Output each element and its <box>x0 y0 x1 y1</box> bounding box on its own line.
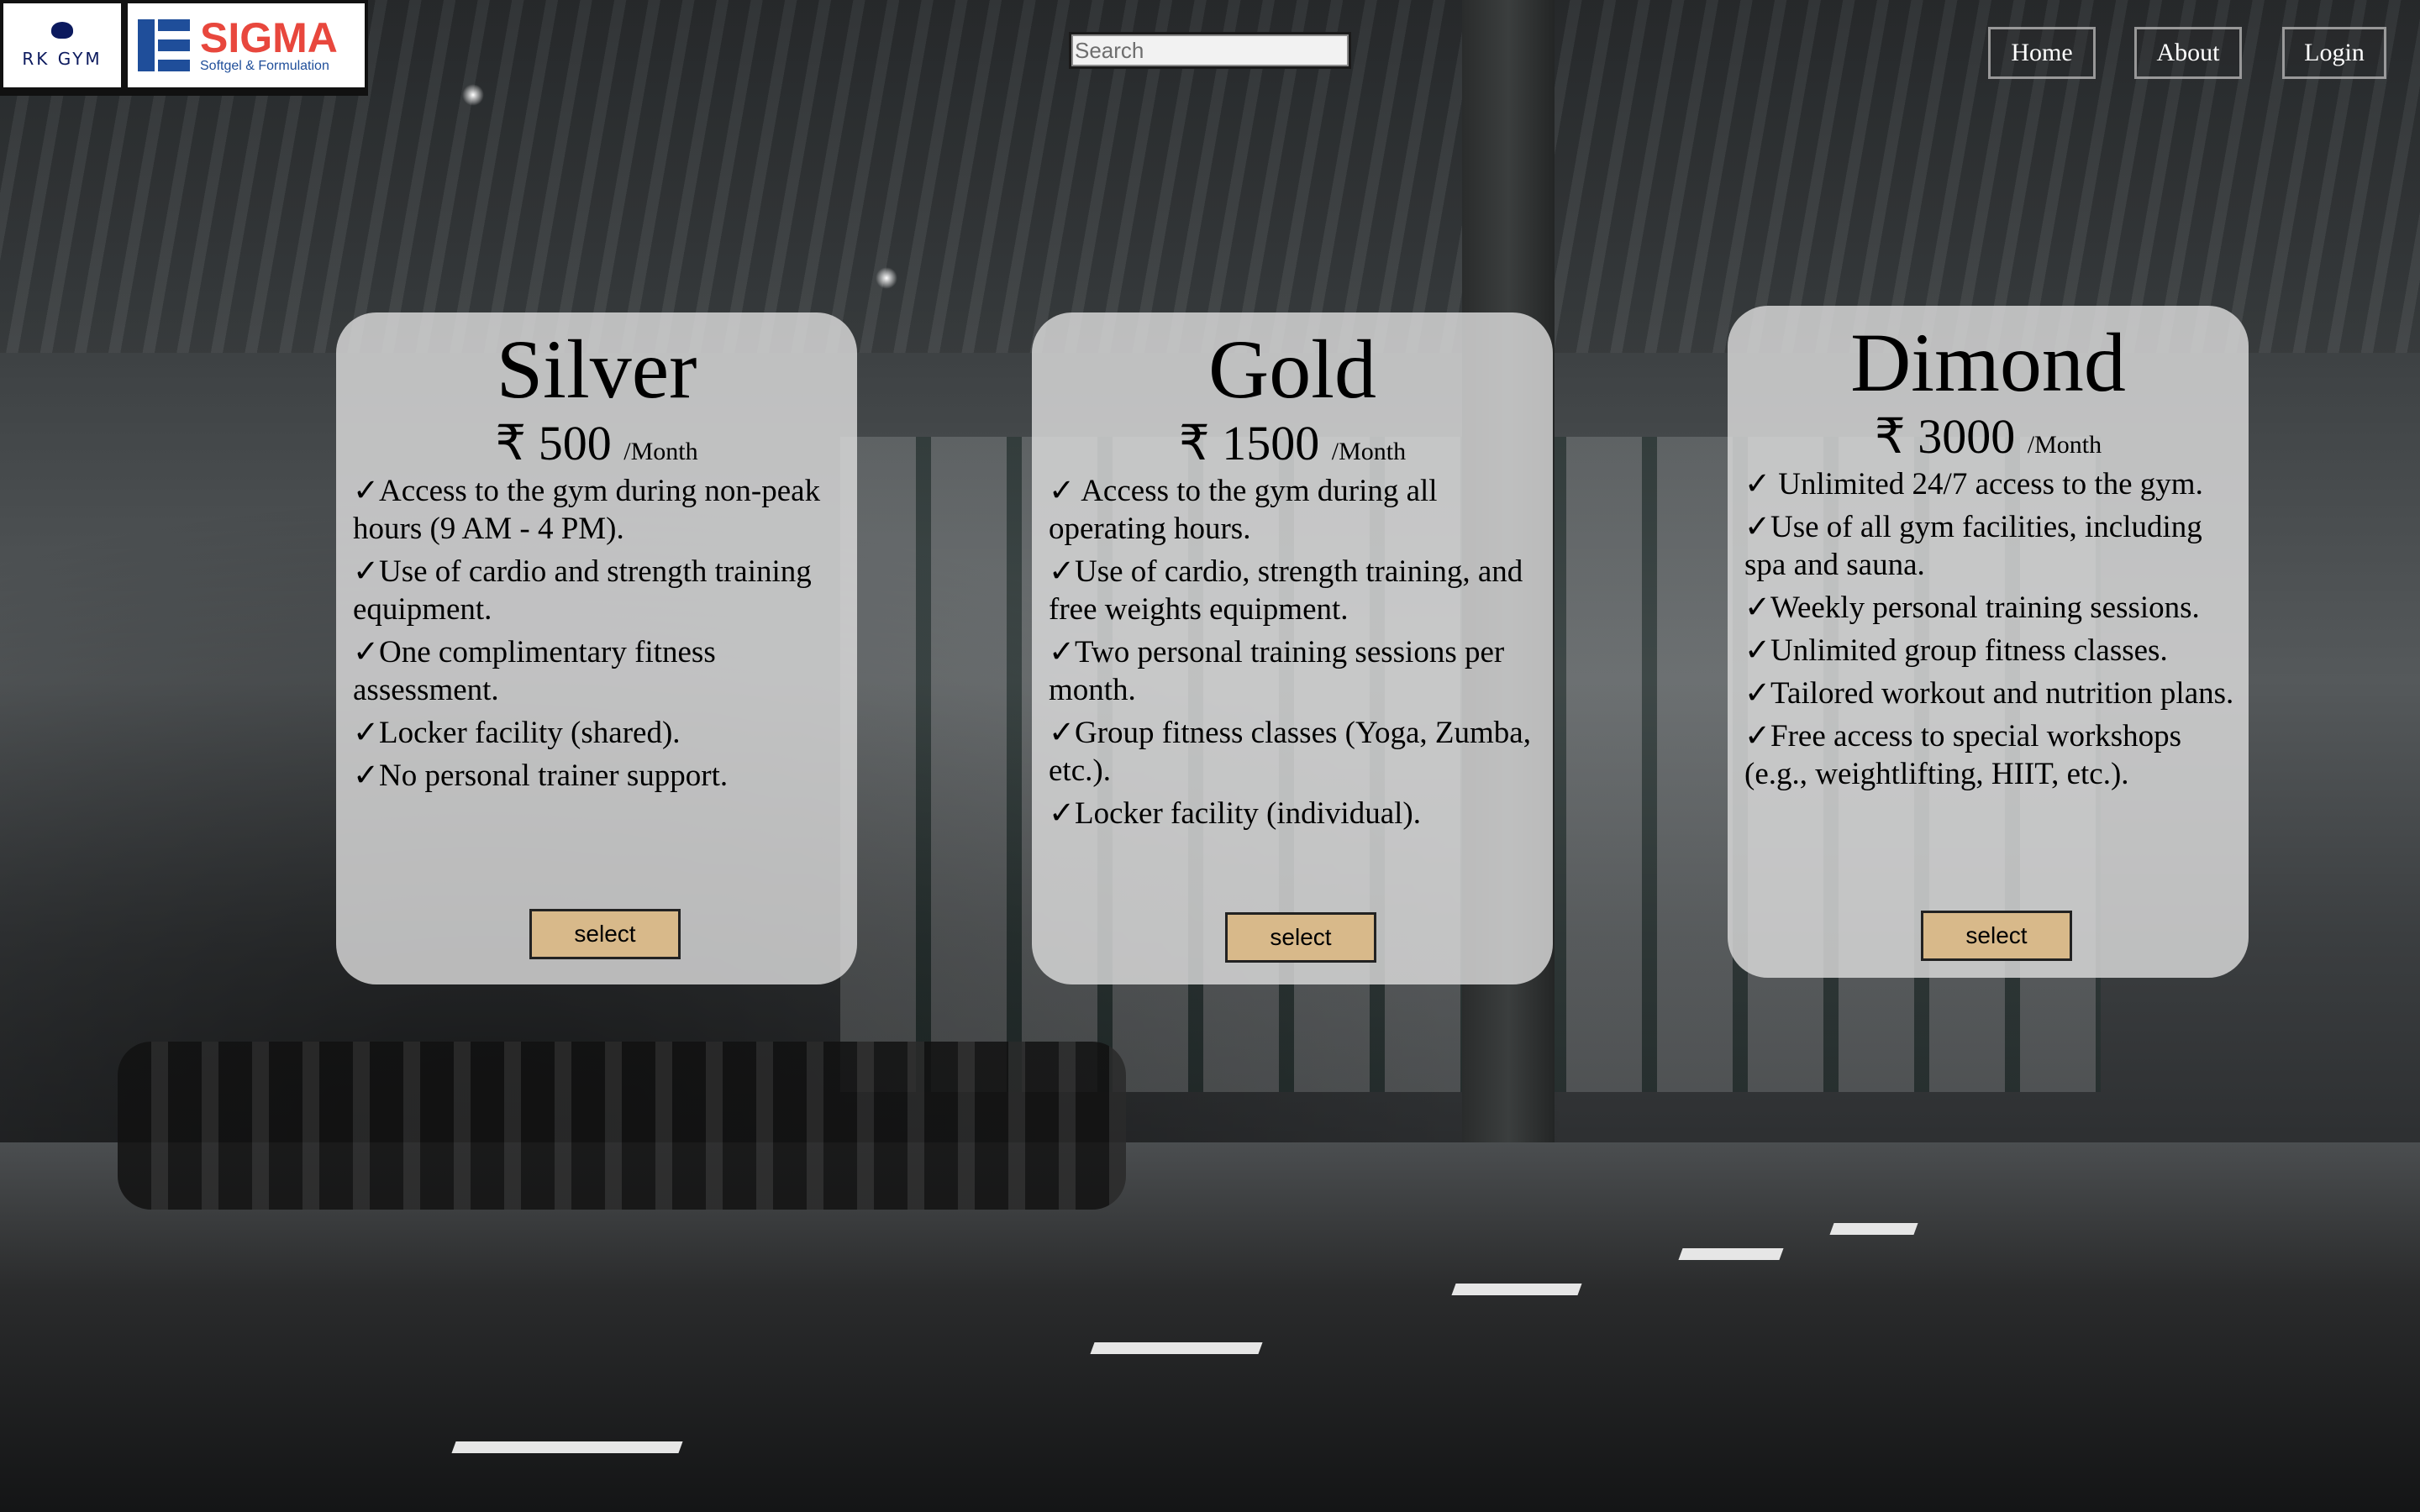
plan-feature: ✓Use of all gym facilities, including sp… <box>1744 510 2202 582</box>
plan-card-silver: Silver ₹ 500 /Month ✓Access to the gym d… <box>336 312 857 984</box>
select-gold-button[interactable]: select <box>1225 912 1376 963</box>
nav-about-button[interactable]: About <box>2134 27 2242 79</box>
plan-feature: ✓Locker facility (individual). <box>1049 796 1421 831</box>
floor-marker <box>1090 1342 1263 1354</box>
plan-title: Gold <box>1208 323 1376 416</box>
plan-feature: ✓Unlimited group fitness classes. <box>1744 633 2168 668</box>
logo-bar: RK GYM SIGMA Softgel & Formulation <box>0 0 368 96</box>
plan-feature: ✓ Unlimited 24/7 access to the gym. <box>1744 467 2203 501</box>
plan-feature-list: ✓ Unlimited 24/7 access to the gym. ✓Use… <box>1744 465 2244 798</box>
nav-home-button[interactable]: Home <box>1988 27 2096 79</box>
plan-feature-list: ✓ Access to the gym during all operating… <box>1049 472 1548 837</box>
search-input[interactable] <box>1071 34 1349 66</box>
plan-title: Silver <box>496 323 697 416</box>
ceiling-lamp <box>876 267 897 289</box>
plan-price-period: /Month <box>623 438 698 465</box>
sigma-logo-subtitle: Softgel & Formulation <box>200 59 329 73</box>
plan-title: Dimond <box>1850 316 2126 409</box>
plan-feature: ✓Two personal training sessions per mont… <box>1049 635 1505 707</box>
plan-feature: ✓Tailored workout and nutrition plans. <box>1744 676 2234 711</box>
floor-marker <box>451 1441 683 1453</box>
sigma-logo[interactable]: SIGMA Softgel & Formulation <box>128 3 365 87</box>
floor-marker <box>1829 1223 1918 1235</box>
plan-feature: ✓Locker facility (shared). <box>353 716 681 750</box>
plan-price-amount: ₹ 500 <box>495 416 612 470</box>
background-floor <box>0 1142 2420 1512</box>
plan-price-period: /Month <box>2027 431 2102 459</box>
rk-gym-logo-text: RK GYM <box>22 49 103 69</box>
plan-feature: ✓Weekly personal training sessions. <box>1744 591 2200 625</box>
plan-feature: ✓Use of cardio, strength training, and f… <box>1049 554 1523 627</box>
plan-feature: ✓No personal trainer support. <box>353 759 729 793</box>
search-box <box>1069 32 1351 69</box>
plan-feature-list: ✓Access to the gym during non-peak hours… <box>353 472 852 800</box>
floor-marker <box>1451 1284 1582 1295</box>
plan-price-amount: ₹ 3000 <box>1874 409 2016 464</box>
floor-marker <box>1678 1248 1784 1260</box>
select-dimond-button[interactable]: select <box>1921 911 2072 961</box>
rk-gym-logo[interactable]: RK GYM <box>3 3 121 87</box>
plan-price-period: /Month <box>1331 438 1407 465</box>
background-weight-plates <box>118 1042 1126 1210</box>
plan-card-dimond: Dimond ₹ 3000 /Month ✓ Unlimited 24/7 ac… <box>1728 306 2249 978</box>
sigma-logo-title: SIGMA <box>200 14 338 61</box>
plan-card-gold: Gold ₹ 1500 /Month ✓ Access to the gym d… <box>1032 312 1553 984</box>
sigma-mark-icon <box>138 19 192 71</box>
plan-feature: ✓Access to the gym during non-peak hours… <box>353 474 821 546</box>
plan-feature: ✓Use of cardio and strength training equ… <box>353 554 812 627</box>
plan-feature: ✓ Access to the gym during all operating… <box>1049 474 1438 546</box>
plan-feature: ✓Group fitness classes (Yoga, Zumba, etc… <box>1049 716 1531 788</box>
nav-login-button[interactable]: Login <box>2282 27 2386 79</box>
dumbbell-crest-icon <box>48 22 76 44</box>
ceiling-lamp <box>462 84 484 106</box>
select-silver-button[interactable]: select <box>529 909 681 959</box>
plan-feature: ✓One complimentary fitness assessment. <box>353 635 716 707</box>
plan-feature: ✓Free access to special workshops (e.g.,… <box>1744 719 2182 791</box>
plan-price-amount: ₹ 1500 <box>1178 416 1320 470</box>
